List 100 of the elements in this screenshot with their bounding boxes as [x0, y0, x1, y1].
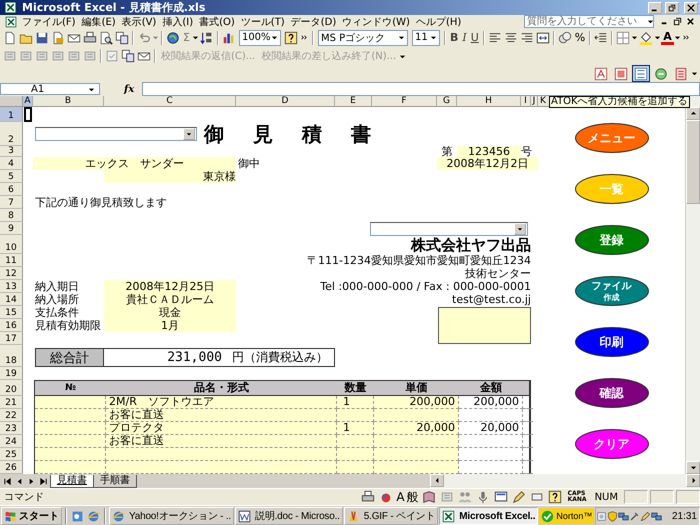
- taskbar-button[interactable]: 5.GIF - ペイント: [344, 507, 438, 525]
- clock: 21:31: [672, 510, 697, 522]
- macro-button[interactable]: 印刷: [574, 327, 648, 357]
- column-heading: №: [64, 382, 77, 395]
- macro-button[interactable]: 登録: [574, 225, 648, 255]
- taskbar-button[interactable]: Yahoo!オークション - ..: [109, 507, 234, 525]
- column-header[interactable]: G: [437, 96, 457, 107]
- row-header[interactable]: 21: [0, 396, 23, 409]
- row-header[interactable]: 15: [0, 306, 23, 319]
- column-header[interactable]: A: [23, 96, 33, 107]
- row-header[interactable]: 11: [0, 254, 23, 267]
- bold-button[interactable]: B: [448, 31, 460, 44]
- row-header[interactable]: 3: [0, 146, 23, 157]
- document-title: 御 見 積 書: [204, 120, 371, 148]
- row-header[interactable]: 18: [0, 345, 23, 367]
- taskbar-button[interactable]: 説明.doc - Microso..: [235, 507, 343, 525]
- zoom-field[interactable]: 100%: [238, 30, 281, 46]
- row-header[interactable]: 5: [0, 170, 23, 183]
- menu-item[interactable]: 編集(E): [78, 14, 119, 28]
- column-header[interactable]: E: [335, 96, 372, 107]
- row-header[interactable]: 17: [0, 332, 23, 345]
- company-name: 株式会社ヤフ出品: [411, 236, 531, 254]
- font-size-field[interactable]: 11: [412, 30, 440, 46]
- column-header[interactable]: F: [372, 96, 437, 107]
- row-header[interactable]: 19: [0, 367, 23, 380]
- menu-item[interactable]: ツール(T): [238, 14, 288, 28]
- row-header[interactable]: 20: [0, 380, 23, 396]
- input-mode-indicator[interactable]: 般: [406, 488, 420, 506]
- row-header[interactable]: 24: [0, 435, 23, 448]
- input-mode-indicator[interactable]: A: [395, 490, 406, 504]
- row-header[interactable]: 12: [0, 267, 23, 280]
- term-value: 1月: [104, 319, 236, 332]
- insert-function-button[interactable]: fx: [100, 84, 142, 94]
- column-header[interactable]: J: [531, 96, 538, 107]
- row-header[interactable]: 25: [0, 448, 23, 461]
- number-suffix: 号: [521, 146, 532, 157]
- email-address: test@test.co.jj: [452, 293, 531, 306]
- row-header[interactable]: 16: [0, 319, 23, 332]
- row-header[interactable]: 6: [0, 183, 23, 196]
- help-search-field[interactable]: 質問を入力してください: [524, 15, 654, 28]
- number-prefix: 第: [442, 146, 452, 157]
- antivirus-status-button[interactable]: Norton™: [539, 508, 594, 524]
- row-header[interactable]: 14: [0, 293, 23, 306]
- row-header[interactable]: 8: [0, 209, 23, 222]
- autosum-button[interactable]: Σ: [181, 31, 192, 44]
- column-header[interactable]: C: [104, 96, 236, 107]
- column-header[interactable]: H: [457, 96, 521, 107]
- row-header[interactable]: 7: [0, 196, 23, 209]
- table-cell: プロテクタ: [106, 422, 337, 435]
- row-header[interactable]: 26: [0, 461, 23, 474]
- italic-button[interactable]: I: [460, 31, 469, 44]
- column-heading: 数量: [343, 381, 368, 395]
- font-field[interactable]: MS Pゴシック: [318, 30, 408, 46]
- menu-item[interactable]: ウィンドウ(W): [339, 14, 413, 28]
- table-cell: お客に直送: [106, 435, 337, 448]
- row-header[interactable]: 1: [0, 107, 23, 122]
- table-cell: お客に直送: [106, 409, 337, 422]
- menu-item[interactable]: 挿入(I): [159, 14, 196, 28]
- menu-item[interactable]: データ(D): [288, 14, 340, 28]
- row-header[interactable]: 10: [0, 235, 23, 254]
- table-cell: 200,000: [374, 396, 459, 409]
- menu-item[interactable]: ヘルプ(H): [412, 14, 464, 28]
- percent-button[interactable]: %: [572, 31, 588, 44]
- column-header[interactable]: D: [236, 96, 335, 107]
- table-cell: 200,000: [459, 396, 523, 409]
- start-button[interactable]: スタート: [1, 507, 62, 525]
- taskbar-button[interactable]: Microsoft Excel..: [439, 507, 538, 525]
- row-header[interactable]: 13: [0, 280, 23, 293]
- macro-button[interactable]: ファイル 作成: [574, 276, 648, 306]
- underline-button[interactable]: U: [468, 31, 481, 44]
- column-heading: 金額: [478, 381, 503, 395]
- row-header[interactable]: 4: [0, 157, 23, 170]
- estimate-number: 123456: [457, 146, 521, 157]
- column-heading: 品名・形式: [193, 381, 250, 395]
- row-header[interactable]: 9: [0, 222, 23, 235]
- font-color-button[interactable]: A: [661, 30, 674, 44]
- customer-name: エックス サンダー: [33, 157, 236, 170]
- row-header[interactable]: 2: [0, 122, 23, 146]
- num-lock-indicator: NUM: [594, 492, 619, 502]
- name-box[interactable]: A1: [0, 83, 100, 95]
- company-address: 〒111-1234愛知県愛知市愛知町愛知丘1234: [307, 254, 531, 267]
- company-department: 技術センター: [465, 267, 531, 280]
- row-header[interactable]: 22: [0, 409, 23, 422]
- term-label: 納入場所: [34, 293, 79, 306]
- row-header[interactable]: 23: [0, 422, 23, 435]
- sheet-tab[interactable]: 手順書: [93, 474, 137, 488]
- menu-item[interactable]: 書式(O): [196, 14, 238, 28]
- table-cell: 1: [337, 396, 374, 409]
- sheet-tab[interactable]: 見積書: [50, 474, 94, 488]
- term-value: 現金: [104, 306, 236, 319]
- term-value: 2008年12月25日: [104, 280, 236, 293]
- menu-item[interactable]: 表示(V): [118, 14, 160, 28]
- column-header[interactable]: I: [521, 96, 531, 107]
- menu-item[interactable]: ファイル(F): [19, 14, 79, 28]
- term-value: 貴社ＣＡＤルーム: [104, 293, 236, 306]
- table-cell: 2M/R ソフトウエア: [106, 396, 337, 409]
- column-header[interactable]: B: [33, 96, 104, 107]
- column-heading: 単価: [404, 381, 428, 395]
- term-label: 見積有効期限: [34, 319, 101, 332]
- macro-button[interactable]: 確認: [574, 378, 648, 408]
